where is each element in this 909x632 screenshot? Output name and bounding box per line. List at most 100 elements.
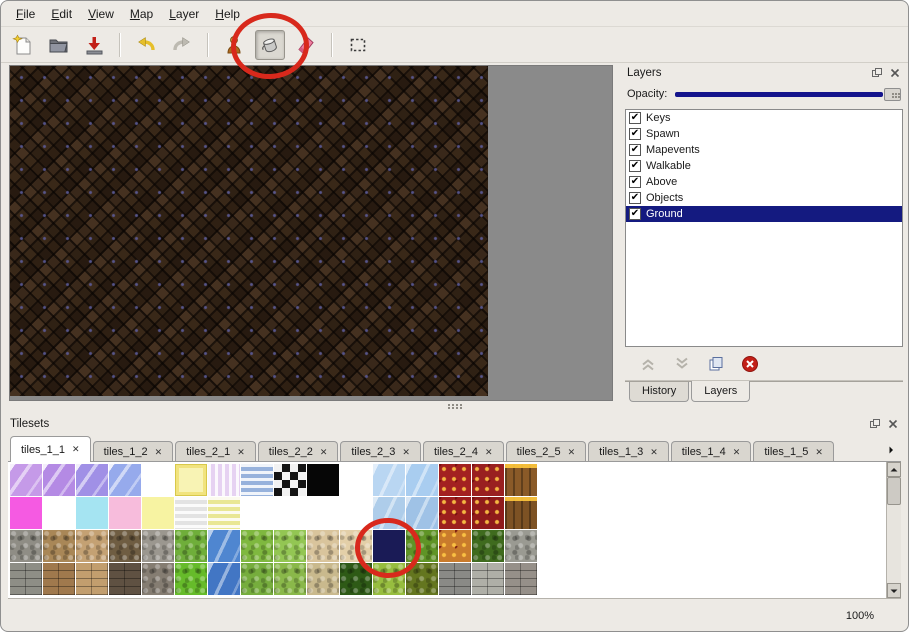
layer-visibility-checkbox[interactable]: ✔ [629,160,641,172]
tilesets-float-icon[interactable] [868,418,881,431]
tile-2-9[interactable] [307,530,339,562]
layers-close-icon[interactable] [888,67,901,80]
menu-view[interactable]: View [81,3,121,25]
tile-3-6[interactable] [208,563,240,595]
layer-row-keys[interactable]: ✔Keys [626,110,902,126]
tile-1-8[interactable] [274,497,306,529]
tileset-tab-tiles_1_5[interactable]: tiles_1_5✕ [753,441,834,462]
map-canvas[interactable] [10,66,488,396]
tileset-tab-tiles_2_5[interactable]: tiles_2_5✕ [506,441,587,462]
tile-0-7[interactable] [241,464,273,496]
tab-close-icon[interactable]: ✕ [650,447,658,458]
layer-row-walkable[interactable]: ✔Walkable [626,158,902,174]
layer-move-up-button[interactable] [639,355,657,373]
scrollbar-thumb[interactable] [887,477,901,505]
layer-visibility-checkbox[interactable]: ✔ [629,192,641,204]
undo-button[interactable] [131,30,161,60]
tab-close-icon[interactable]: ✕ [237,447,245,458]
tile-3-3[interactable] [109,563,141,595]
tab-close-icon[interactable]: ✕ [402,447,410,458]
tile-2-1[interactable] [43,530,75,562]
tile-2-13[interactable] [439,530,471,562]
tileset-tab-tiles_1_2[interactable]: tiles_1_2✕ [93,441,174,462]
tile-0-11[interactable] [373,464,405,496]
tile-0-12[interactable] [406,464,438,496]
tile-1-13[interactable] [439,497,471,529]
tile-0-13[interactable] [439,464,471,496]
tileset-tab-tiles_2_1[interactable]: tiles_2_1✕ [175,441,256,462]
menu-layer[interactable]: Layer [162,3,206,25]
layer-visibility-checkbox[interactable]: ✔ [629,112,641,124]
player-tool-button[interactable] [219,30,249,60]
tile-1-5[interactable] [175,497,207,529]
tile-1-9[interactable] [307,497,339,529]
tile-0-4[interactable] [142,464,174,496]
tile-0-1[interactable] [43,464,75,496]
tile-3-4[interactable] [142,563,174,595]
opacity-slider-handle[interactable] [884,88,901,101]
tileset-tab-tiles_1_4[interactable]: tiles_1_4✕ [671,441,752,462]
tile-0-10[interactable] [340,464,372,496]
tile-3-7[interactable] [241,563,273,595]
tile-1-1[interactable] [43,497,75,529]
layer-row-mapevents[interactable]: ✔Mapevents [626,142,902,158]
tile-2-10[interactable] [340,530,372,562]
tile-2-15[interactable] [505,530,537,562]
tile-3-2[interactable] [76,563,108,595]
layer-move-down-button[interactable] [673,355,691,373]
tile-2-7[interactable] [241,530,273,562]
tile-1-3[interactable] [109,497,141,529]
splitter-handle[interactable] [448,404,466,411]
fill-tool-button[interactable] [255,30,285,60]
tile-1-0[interactable] [10,497,42,529]
tileset-tab-tiles_1_3[interactable]: tiles_1_3✕ [588,441,669,462]
tile-1-10[interactable] [340,497,372,529]
tile-1-7[interactable] [241,497,273,529]
opacity-slider[interactable] [675,87,901,102]
eraser-tool-button[interactable] [291,30,321,60]
tab-close-icon[interactable]: ✕ [815,447,823,458]
tab-close-icon[interactable]: ✕ [72,444,80,455]
menu-help[interactable]: Help [208,3,247,25]
tile-0-9[interactable] [307,464,339,496]
tile-3-12[interactable] [406,563,438,595]
layer-row-spawn[interactable]: ✔Spawn [626,126,902,142]
tileset-tab-tiles_1_1[interactable]: tiles_1_1✕ [10,436,91,462]
layer-visibility-checkbox[interactable]: ✔ [629,128,641,140]
tileset-tab-tiles_2_2[interactable]: tiles_2_2✕ [258,441,339,462]
tab-close-icon[interactable]: ✕ [568,447,576,458]
tile-3-0[interactable] [10,563,42,595]
layer-row-ground[interactable]: ✔Ground [626,206,902,222]
tile-3-8[interactable] [274,563,306,595]
layer-duplicate-button[interactable] [707,355,725,373]
tile-2-5[interactable] [175,530,207,562]
menu-map[interactable]: Map [123,3,160,25]
tileset-tab-tiles_2_4[interactable]: tiles_2_4✕ [423,441,504,462]
redo-button[interactable] [167,30,197,60]
select-tool-button[interactable] [343,30,373,60]
tile-3-13[interactable] [439,563,471,595]
tile-1-15[interactable] [505,497,537,529]
menu-file[interactable]: File [9,3,42,25]
tilesets-close-icon[interactable] [886,418,899,431]
tab-close-icon[interactable]: ✕ [320,447,328,458]
layers-float-icon[interactable] [870,67,883,80]
tile-2-4[interactable] [142,530,174,562]
tile-2-14[interactable] [472,530,504,562]
tile-0-3[interactable] [109,464,141,496]
tile-3-5[interactable] [175,563,207,595]
tile-1-14[interactable] [472,497,504,529]
scroll-down-button[interactable] [887,583,901,598]
layer-visibility-checkbox[interactable]: ✔ [629,144,641,156]
tile-0-6[interactable] [208,464,240,496]
tile-3-10[interactable] [340,563,372,595]
tile-2-0[interactable] [10,530,42,562]
tile-2-12[interactable] [406,530,438,562]
new-map-button[interactable] [7,30,37,60]
layer-visibility-checkbox[interactable]: ✔ [629,208,641,220]
tile-0-0[interactable] [10,464,42,496]
tile-3-15[interactable] [505,563,537,595]
layer-delete-button[interactable] [741,355,759,373]
layer-row-above[interactable]: ✔Above [626,174,902,190]
tile-3-1[interactable] [43,563,75,595]
